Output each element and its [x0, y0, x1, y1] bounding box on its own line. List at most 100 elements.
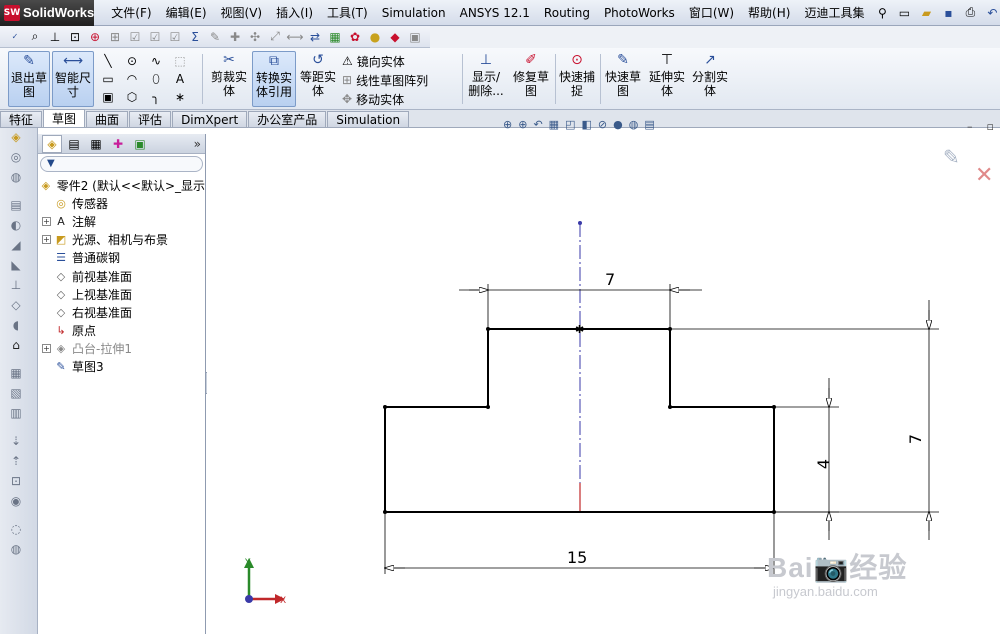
dimxpert-manager-tab-icon[interactable]: ✚: [108, 135, 128, 153]
menu-maidi-tools[interactable]: 迈迪工具集: [797, 0, 871, 26]
wrap-icon[interactable]: ◉: [6, 494, 26, 512]
dim-total-height-text[interactable]: 7: [906, 434, 925, 444]
undo-icon[interactable]: ↶: [983, 4, 1000, 22]
menu-help[interactable]: 帮助(H): [741, 0, 797, 26]
tab-sketch[interactable]: 草图: [43, 109, 86, 127]
sketch-tool7-icon[interactable]: ▦: [326, 28, 344, 46]
find-icon[interactable]: ⌕: [26, 28, 44, 46]
shell-icon[interactable]: ◇: [6, 298, 26, 316]
deform-icon[interactable]: ◍: [6, 542, 26, 560]
slot-icon[interactable]: ▣: [96, 88, 120, 106]
revolve-icon[interactable]: ◎: [6, 150, 26, 168]
reference-geometry-icon[interactable]: ⌂: [6, 338, 26, 356]
menu-routing[interactable]: Routing: [537, 0, 597, 26]
cancel-sketch-corner-icon[interactable]: ✕: [975, 163, 993, 188]
quick-sketch-button[interactable]: ✎ 快速草 图: [602, 51, 644, 107]
chamfer-icon[interactable]: ◣: [6, 258, 26, 276]
open-folder-icon[interactable]: ▰: [917, 4, 935, 22]
sweep-icon[interactable]: ◍: [6, 170, 26, 188]
tab-evaluate[interactable]: 评估: [129, 111, 172, 127]
sketch-tool11-icon[interactable]: ▣: [406, 28, 424, 46]
check3-icon[interactable]: ☑: [166, 28, 184, 46]
sketch-tool10-icon[interactable]: ◆: [386, 28, 404, 46]
tree-item[interactable]: ◇ 上视基准面: [38, 285, 205, 303]
tree-item[interactable]: + ◩ 光源、相机与布景: [38, 231, 205, 249]
sketch-tool5-icon[interactable]: ⟷: [286, 28, 304, 46]
pin-icon[interactable]: ⚲: [873, 4, 891, 22]
dimension-step-height[interactable]: 4: [776, 378, 839, 540]
expand-plus-icon[interactable]: +: [42, 344, 51, 354]
spell-check-icon[interactable]: ✓: [6, 28, 24, 46]
mirror-feature-icon[interactable]: ▥: [6, 406, 26, 424]
menu-photoworks[interactable]: PhotoWorks: [597, 0, 682, 26]
fillet-icon[interactable]: ╮: [144, 88, 168, 106]
tree-item[interactable]: + A 注解: [38, 212, 205, 230]
tab-features[interactable]: 特征: [0, 111, 43, 127]
move-entities-button[interactable]: ✥ 移动实体: [342, 90, 428, 108]
expand-plus-icon[interactable]: +: [42, 216, 51, 226]
circle-icon[interactable]: ⊙: [120, 52, 144, 70]
tab-surfaces[interactable]: 曲面: [86, 111, 129, 127]
revolved-cut-icon[interactable]: ◐: [6, 218, 26, 236]
smart-dimension-button[interactable]: ⟷ 智能尺 寸: [52, 51, 94, 107]
property-manager-tab-icon[interactable]: ▤: [64, 135, 84, 153]
menu-simulation[interactable]: Simulation: [375, 0, 453, 26]
rib-icon[interactable]: ⊥: [6, 278, 26, 296]
exit-sketch-button[interactable]: ✎ 退出草 图: [8, 51, 50, 107]
measure-icon[interactable]: ⊡: [66, 28, 84, 46]
extruded-cut-icon[interactable]: ▤: [6, 198, 26, 216]
expand-chevron-icon[interactable]: »: [194, 137, 201, 151]
convert-entities-button[interactable]: ⧉ 转换实 体引用: [252, 51, 296, 107]
split-entities-button[interactable]: ↗ 分割实 体: [690, 51, 730, 107]
relations-icon[interactable]: ⊥: [46, 28, 64, 46]
fillet-feature-icon[interactable]: ◢: [6, 238, 26, 256]
extend-entities-button[interactable]: ⊤ 延伸实 体: [646, 51, 688, 107]
new-document-icon[interactable]: ▭: [895, 4, 913, 22]
display-manager-tab-icon[interactable]: ▣: [130, 135, 150, 153]
display-delete-relations-button[interactable]: ⊥ 显示/ 删除...: [464, 51, 508, 107]
text-icon[interactable]: A: [168, 70, 192, 88]
trim-entities-button[interactable]: ✂ 剪裁实 体: [208, 51, 250, 107]
spline-icon[interactable]: ∿: [144, 52, 168, 70]
tab-simulation[interactable]: Simulation: [327, 111, 410, 127]
tree-item[interactable]: ◇ 前视基准面: [38, 267, 205, 285]
linear-pattern-button[interactable]: ⊞ 线性草图阵列: [342, 71, 428, 89]
confirmation-corner[interactable]: ✎ ✕: [943, 145, 993, 188]
menu-view[interactable]: 视图(V): [214, 0, 270, 26]
sketch-tool3-icon[interactable]: ✣: [246, 28, 264, 46]
sketch-tool2-icon[interactable]: ✚: [226, 28, 244, 46]
expand-plus-icon[interactable]: +: [42, 235, 51, 245]
sketch-tool6-icon[interactable]: ⇄: [306, 28, 324, 46]
save-icon[interactable]: ▪: [939, 4, 957, 22]
arc-icon[interactable]: ◠: [120, 70, 144, 88]
tree-root-part[interactable]: ◈ 零件2 (默认<<默认>_显示: [38, 176, 205, 194]
dim-step-height-text[interactable]: 4: [814, 459, 833, 469]
sketch-tool4-icon[interactable]: ⤢: [266, 28, 284, 46]
tree-item[interactable]: + ◈ 凸台-拉伸1: [38, 340, 205, 358]
tab-office-products[interactable]: 办公室产品: [248, 111, 327, 127]
dashed-rect-icon[interactable]: ⬚: [168, 52, 192, 70]
check-icon[interactable]: ☑: [126, 28, 144, 46]
polygon-icon[interactable]: ⬡: [120, 88, 144, 106]
options-icon[interactable]: ⊞: [106, 28, 124, 46]
dome-icon[interactable]: ⊡: [6, 474, 26, 492]
ellipse-icon[interactable]: ⬯: [144, 70, 168, 88]
circular-pattern-icon[interactable]: ▧: [6, 386, 26, 404]
menu-ansys[interactable]: ANSYS 12.1: [453, 0, 537, 26]
centerline-endpoint[interactable]: [578, 221, 582, 225]
menu-tools[interactable]: 工具(T): [320, 0, 375, 26]
menu-window[interactable]: 窗口(W): [682, 0, 741, 26]
mirror-entities-button[interactable]: ⚠ 镜向实体: [342, 52, 428, 70]
graphics-area[interactable]: ⊕ ⊕ ↶ ▦ ◰ ◧ ⊘ ● ◍ ▤ – ▫ ✎ ✕ ✱ 7 15 4 7 Y…: [207, 118, 1000, 634]
sketch-tool8-icon[interactable]: ✿: [346, 28, 364, 46]
tree-item[interactable]: ☰ 普通碳钢: [38, 249, 205, 267]
feature-manager-tab-icon[interactable]: ◈: [42, 134, 62, 153]
linear-pattern-feature-icon[interactable]: ▦: [6, 366, 26, 384]
configuration-manager-tab-icon[interactable]: ▦: [86, 135, 106, 153]
sum-icon[interactable]: Σ: [186, 28, 204, 46]
point-icon[interactable]: ∗: [168, 88, 192, 106]
dimension-total-height[interactable]: 7: [672, 300, 939, 540]
quick-snaps-button[interactable]: ⊙ 快速捕 捉: [556, 51, 598, 107]
exit-sketch-corner-icon[interactable]: ✎: [943, 145, 960, 169]
instant3d-icon[interactable]: ⇡: [6, 454, 26, 472]
